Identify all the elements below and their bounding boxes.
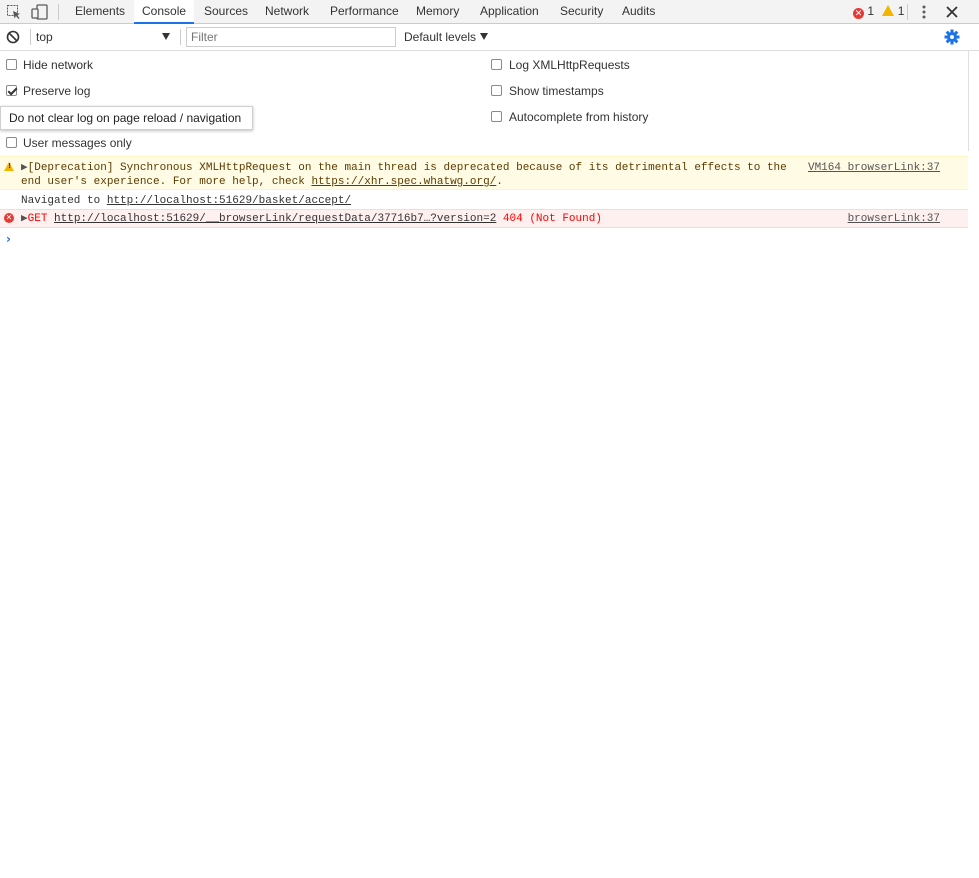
warning-line2-suffix: .	[496, 176, 503, 188]
warning-line2-prefix: end user's experience. For more help, ch…	[21, 176, 312, 188]
error-count-icon: ✕	[853, 8, 864, 19]
error-request-link[interactable]: http://localhost:51629/__browserLink/req…	[54, 213, 496, 225]
tab-audits[interactable]: Audits	[622, 0, 655, 23]
setting-hide-network[interactable]: Hide network	[0, 57, 200, 73]
setting-show-timestamps[interactable]: Show timestamps	[486, 83, 686, 99]
warning-count: 1	[897, 4, 905, 18]
warning-text-line1: ▶[Deprecation] Synchronous XMLHttpReques…	[21, 161, 787, 175]
chevron-down-icon	[480, 33, 489, 40]
tab-memory[interactable]: Memory	[416, 0, 459, 23]
toolbar-separator	[30, 29, 31, 45]
toolbar-separator	[180, 29, 181, 45]
setting-user-messages-only[interactable]: User messages only	[0, 135, 200, 151]
hide-network-checkbox[interactable]	[6, 59, 17, 70]
context-selector[interactable]: top	[36, 29, 176, 46]
console-prompt[interactable]: ›	[6, 232, 11, 246]
context-selector-value: top	[36, 30, 53, 44]
preserve-log-checkbox[interactable]	[6, 85, 17, 96]
preserve-log-tooltip: Do not clear log on page reload / naviga…	[0, 106, 253, 130]
navigated-text: Navigated to http://localhost:51629/bask…	[21, 194, 351, 208]
warning-line1: [Deprecation] Synchronous XMLHttpRequest…	[27, 162, 787, 174]
xhr-spec-link[interactable]: https://xhr.spec.whatwg.org/	[311, 176, 496, 188]
autocomplete-checkbox[interactable]	[491, 111, 502, 122]
preserve-log-label: Preserve log	[23, 84, 91, 98]
gear-icon[interactable]	[944, 29, 960, 45]
console-message-warning: ▶[Deprecation] Synchronous XMLHttpReques…	[0, 156, 968, 190]
log-levels-label: Default levels	[404, 30, 477, 44]
warning-source-link[interactable]: VM164 browserLink:37	[808, 161, 940, 175]
chevron-down-icon	[162, 33, 170, 40]
inspect-element-icon[interactable]	[6, 4, 22, 20]
tab-performance[interactable]: Performance	[330, 0, 399, 23]
device-toolbar-icon[interactable]	[31, 4, 49, 20]
tab-network[interactable]: Network	[265, 0, 309, 23]
tabbar-separator	[907, 4, 908, 20]
issue-counters[interactable]: ✕ 1 1	[853, 0, 904, 23]
setting-autocomplete[interactable]: Autocomplete from history	[486, 109, 686, 125]
toolbar-edge	[968, 51, 969, 151]
devtools-tabbar: Elements Console Sources Network Perform…	[0, 0, 979, 24]
autocomplete-label: Autocomplete from history	[509, 110, 649, 124]
warning-text-line2: end user's experience. For more help, ch…	[21, 175, 503, 189]
expand-triangle-icon[interactable]: ▶	[21, 162, 28, 174]
error-icon: ✕	[4, 213, 14, 223]
show-timestamps-checkbox[interactable]	[491, 85, 502, 96]
error-source-link[interactable]: browserLink:37	[848, 212, 940, 226]
filter-input[interactable]	[186, 27, 396, 47]
tab-sources[interactable]: Sources	[204, 0, 248, 23]
close-devtools-icon[interactable]	[945, 4, 959, 20]
error-text: ▶GET http://localhost:51629/__browserLin…	[21, 212, 602, 226]
expand-triangle-icon[interactable]: ▶	[21, 213, 28, 225]
console-message-error: ✕ ▶GET http://localhost:51629/__browserL…	[0, 209, 968, 228]
setting-log-xhr[interactable]: Log XMLHttpRequests	[486, 57, 686, 73]
log-xhr-checkbox[interactable]	[491, 59, 502, 70]
tab-elements[interactable]: Elements	[75, 0, 125, 23]
more-options-icon[interactable]	[918, 4, 930, 20]
error-status: 404 (Not Found)	[496, 213, 602, 225]
console-toolbar: top Default levels	[0, 24, 979, 51]
user-messages-only-label: User messages only	[23, 136, 132, 150]
error-count: 1	[867, 4, 875, 18]
warning-count-icon	[882, 5, 895, 16]
tab-console[interactable]: Console	[134, 0, 195, 24]
hide-network-label: Hide network	[23, 58, 94, 72]
log-xhr-label: Log XMLHttpRequests	[509, 58, 630, 72]
navigated-url-link[interactable]: http://localhost:51629/basket/accept/	[107, 195, 351, 207]
user-messages-only-checkbox[interactable]	[6, 137, 17, 148]
tabbar-separator	[58, 4, 59, 20]
tab-security[interactable]: Security	[560, 0, 603, 23]
setting-preserve-log[interactable]: Preserve log	[0, 83, 200, 99]
console-message-navigated: Navigated to http://localhost:51629/bask…	[0, 192, 968, 209]
tab-application[interactable]: Application	[480, 0, 539, 23]
warning-icon	[4, 162, 14, 171]
navigated-prefix: Navigated to	[21, 195, 107, 207]
clear-console-icon[interactable]	[6, 30, 20, 44]
show-timestamps-label: Show timestamps	[509, 84, 604, 98]
log-levels-dropdown[interactable]: Default levels	[404, 29, 489, 46]
error-method: GET	[27, 213, 55, 225]
